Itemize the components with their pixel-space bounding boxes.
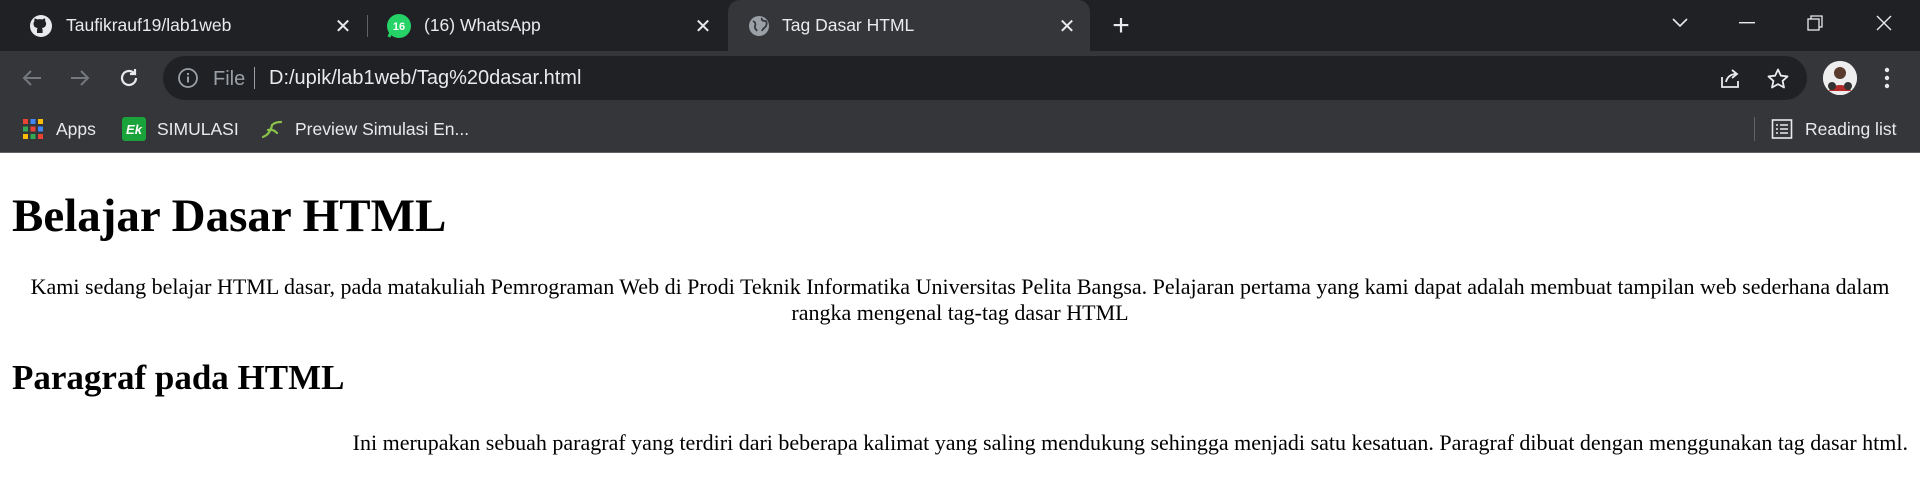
tab-whatsapp[interactable]: 16 (16) WhatsApp ✕ <box>368 0 726 51</box>
ek-logo-icon: Ek <box>122 117 146 141</box>
bookmark-star-icon[interactable] <box>1765 66 1791 92</box>
whatsapp-icon: 16 <box>386 13 412 39</box>
back-arrow-icon[interactable] <box>16 62 48 94</box>
apps-grid-icon <box>21 117 45 141</box>
info-icon[interactable] <box>177 67 199 89</box>
tab-tag-dasar-html[interactable]: Tag Dasar HTML ✕ <box>728 0 1090 51</box>
reading-list-button[interactable]: Reading list <box>1770 114 1896 144</box>
browser-toolbar: File D:/upik/lab1web/Tag%20dasar.html <box>0 51 1920 105</box>
tab-search-chevron-icon[interactable] <box>1660 6 1700 40</box>
section-paragraph: Ini merupakan sebuah paragraf yang terdi… <box>352 430 1908 455</box>
bookmarks-divider <box>1754 117 1755 141</box>
bookmark-apps[interactable]: Apps <box>21 114 96 144</box>
bookmark-simulasi[interactable]: Ek SIMULASI <box>122 114 239 144</box>
reload-icon[interactable] <box>113 62 145 94</box>
close-tab-icon[interactable]: ✕ <box>1054 13 1080 39</box>
minimize-icon[interactable] <box>1727 6 1767 40</box>
globe-icon <box>746 13 772 39</box>
bookmark-preview-simulasi[interactable]: Preview Simulasi En... <box>260 114 469 144</box>
bookmark-label: Apps <box>56 118 96 139</box>
url-text[interactable]: D:/upik/lab1web/Tag%20dasar.html <box>269 67 581 90</box>
close-tab-icon[interactable]: ✕ <box>330 13 356 39</box>
intro-paragraph: Kami sedang belajar HTML dasar, pada mat… <box>30 274 1890 325</box>
close-window-icon[interactable] <box>1864 6 1904 40</box>
svg-text:16: 16 <box>393 21 405 33</box>
scheme-label: File <box>213 68 246 90</box>
reading-list-label: Reading list <box>1805 118 1897 139</box>
bookmark-label: Preview Simulasi En... <box>295 118 470 139</box>
more-menu-icon[interactable] <box>1874 63 1900 93</box>
reading-list-icon <box>1770 117 1794 141</box>
tab-title: (16) WhatsApp <box>424 15 541 35</box>
leaf-icon <box>260 117 284 141</box>
address-bar[interactable]: File D:/upik/lab1web/Tag%20dasar.html <box>163 56 1807 100</box>
tab-title: Tag Dasar HTML <box>782 15 915 35</box>
page-heading: Belajar Dasar HTML <box>12 190 447 242</box>
address-divider <box>254 67 255 89</box>
profile-avatar[interactable] <box>1823 61 1857 95</box>
tab-title: Taufikrauf19/lab1web <box>66 15 232 35</box>
new-tab-button[interactable]: + <box>1106 9 1136 42</box>
tab-strip: Taufikrauf19/lab1web ✕ 16 (16) WhatsApp … <box>0 0 1920 51</box>
share-icon[interactable] <box>1717 66 1743 92</box>
forward-arrow-icon[interactable] <box>64 62 96 94</box>
web-page-content: Belajar Dasar HTML Kami sedang belajar H… <box>0 154 1920 480</box>
section-heading: Paragraf pada HTML <box>12 358 345 397</box>
close-tab-icon[interactable]: ✕ <box>690 13 716 39</box>
github-icon <box>28 13 54 39</box>
svg-text:Ek: Ek <box>126 122 143 137</box>
tab-github[interactable]: Taufikrauf19/lab1web ✕ <box>0 0 366 51</box>
bookmark-label: SIMULASI <box>157 118 239 139</box>
bookmarks-bar: Apps Ek SIMULASI Preview Simulasi En... … <box>0 105 1920 153</box>
restore-icon[interactable] <box>1795 6 1835 40</box>
